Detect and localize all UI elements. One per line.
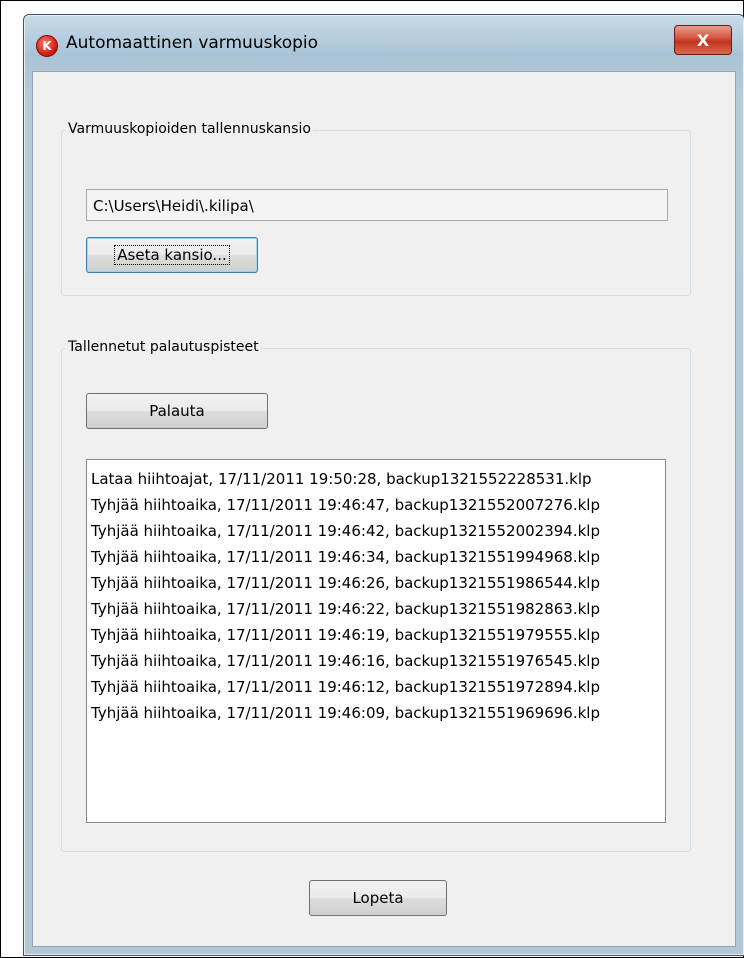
list-item[interactable]: Tyhjää hiihtoaika, 17/11/2011 19:46:19, … [91,622,665,648]
close-icon: X [696,30,710,50]
restore-button[interactable]: Palauta [86,393,268,429]
list-item[interactable]: Tyhjää hiihtoaika, 17/11/2011 19:46:09, … [91,700,665,726]
list-item[interactable]: Tyhjää hiihtoaika, 17/11/2011 19:46:26, … [91,570,665,596]
set-folder-button[interactable]: Aseta kansio... [86,237,258,273]
quit-button[interactable]: Lopeta [309,880,447,916]
list-item[interactable]: Tyhjää hiihtoaika, 17/11/2011 19:46:16, … [91,648,665,674]
dialog-client-area: Varmuuskopioiden tallennuskansio C:\User… [32,71,736,947]
window-title: Automaattinen varmuuskopio [66,33,319,53]
restore-points-list[interactable]: Lataa hiihtoajat, 17/11/2011 19:50:28, b… [86,459,666,823]
backup-folder-group-label: Varmuuskopioiden tallennuskansio [66,121,313,137]
app-logo-icon: K [36,35,58,57]
list-item[interactable]: Tyhjää hiihtoaika, 17/11/2011 19:46:12, … [91,674,665,700]
backup-folder-group: Varmuuskopioiden tallennuskansio C:\User… [61,121,691,296]
list-item[interactable]: Lataa hiihtoajat, 17/11/2011 19:50:28, b… [91,466,665,492]
restore-points-group-label: Tallennetut palautuspisteet [66,339,261,355]
restore-points-group: Tallennetut palautuspisteet Palauta Lata… [61,339,691,852]
list-item[interactable]: Tyhjää hiihtoaika, 17/11/2011 19:46:34, … [91,544,665,570]
close-button[interactable]: X [674,25,732,55]
dialog-window: K Automaattinen varmuuskopio X Varmuusko… [23,14,744,956]
list-item[interactable]: Tyhjää hiihtoaika, 17/11/2011 19:46:22, … [91,596,665,622]
list-item[interactable]: Tyhjää hiihtoaika, 17/11/2011 19:46:42, … [91,518,665,544]
backup-folder-path-field[interactable]: C:\Users\Heidi\.kilipa\ [86,189,668,221]
list-item[interactable]: Tyhjää hiihtoaika, 17/11/2011 19:46:47, … [91,492,665,518]
title-bar[interactable]: K Automaattinen varmuuskopio X [24,15,744,71]
